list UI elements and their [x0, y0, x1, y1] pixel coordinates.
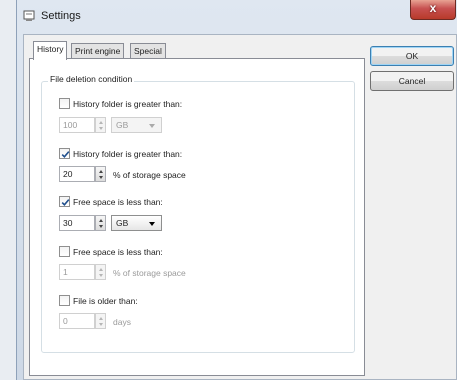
group-legend: File deletion condition: [48, 74, 135, 84]
checkmark-icon: [61, 199, 70, 206]
history-size-percent-checkbox[interactable]: [59, 148, 70, 159]
ok-button[interactable]: OK: [370, 46, 454, 66]
settings-window-icon: [23, 10, 35, 22]
history-size-gb-spinner[interactable]: [95, 117, 106, 133]
tab-history[interactable]: History: [33, 41, 68, 60]
free-space-gb-input[interactable]: 30: [59, 215, 95, 231]
condition-label: Free space is less than:: [73, 247, 163, 257]
title-bar[interactable]: [16, 0, 457, 30]
cancel-button[interactable]: Cancel: [370, 71, 454, 91]
close-icon: x: [429, 1, 437, 15]
chevron-down-icon: [149, 124, 155, 128]
free-space-gb-spinner[interactable]: [95, 215, 106, 231]
close-button[interactable]: x: [410, 0, 456, 20]
free-space-gb-checkbox[interactable]: [59, 196, 70, 207]
file-age-input[interactable]: 0: [59, 313, 95, 329]
condition-label: Free space is less than:: [73, 197, 163, 207]
history-size-percent-input[interactable]: 20: [59, 166, 95, 182]
free-space-percent-spinner[interactable]: [95, 264, 106, 280]
condition-label: History folder is greater than:: [73, 149, 183, 159]
history-size-gb-checkbox[interactable]: [59, 98, 70, 109]
unit-suffix: days: [113, 317, 131, 327]
condition-label: History folder is greater than:: [73, 99, 183, 109]
history-size-percent-spinner[interactable]: [95, 166, 106, 182]
free-space-percent-input[interactable]: 1: [59, 264, 95, 280]
unit-suffix: % of storage space: [113, 170, 186, 180]
tab-special[interactable]: Special: [130, 43, 166, 59]
history-size-unit-select[interactable]: GB: [111, 117, 162, 133]
select-value: GB: [116, 120, 129, 130]
tab-print-engine[interactable]: Print engine: [71, 43, 125, 59]
file-age-checkbox[interactable]: [59, 295, 70, 306]
free-space-percent-checkbox[interactable]: [59, 246, 70, 257]
unit-suffix: % of storage space: [113, 268, 186, 278]
free-space-unit-select[interactable]: GB: [111, 215, 162, 231]
chevron-down-icon: [149, 222, 155, 226]
checkmark-icon: [61, 151, 70, 158]
history-size-gb-input[interactable]: 100: [59, 117, 95, 133]
condition-label: File is older than:: [73, 296, 138, 306]
select-value: GB: [116, 218, 129, 228]
window-title: Settings: [41, 10, 81, 22]
file-age-spinner[interactable]: [95, 313, 106, 329]
